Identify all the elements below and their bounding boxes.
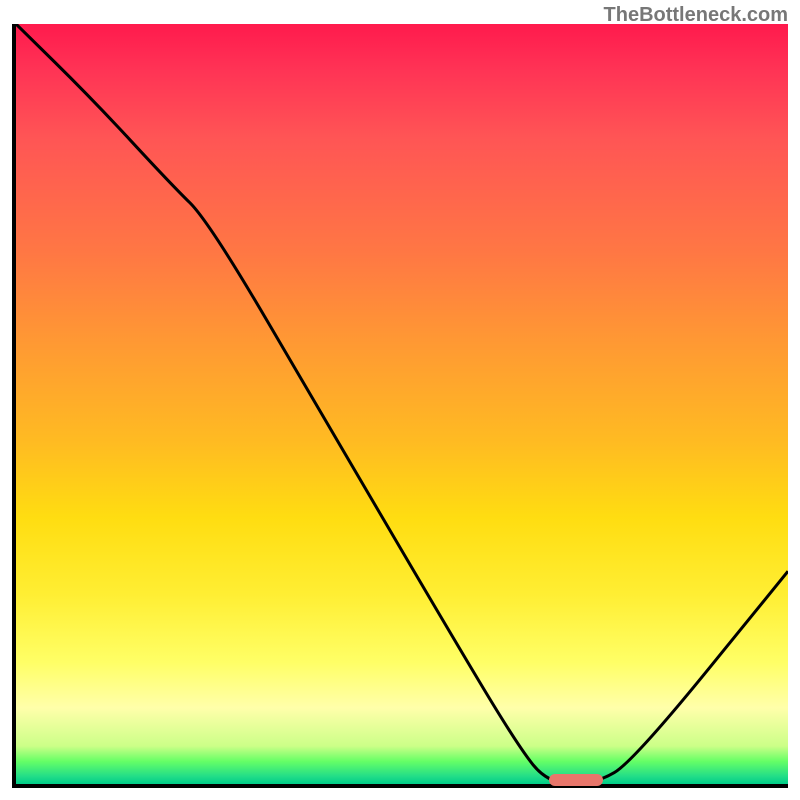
optimal-marker <box>549 774 603 786</box>
curve-path <box>16 24 788 784</box>
curve-svg <box>16 24 788 784</box>
plot-area <box>12 24 788 788</box>
watermark-text: TheBottleneck.com <box>604 4 788 27</box>
